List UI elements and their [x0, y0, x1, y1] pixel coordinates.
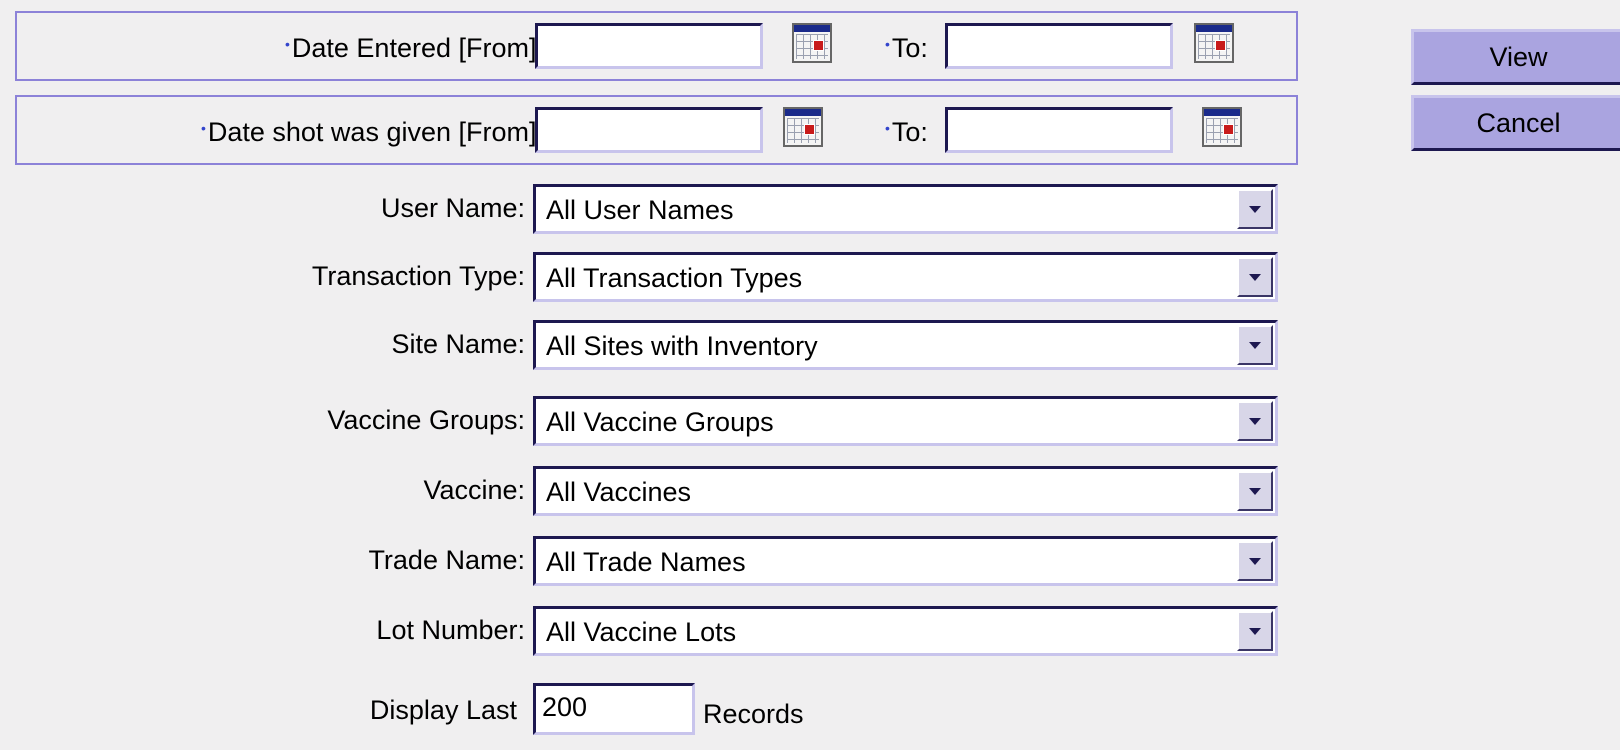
transaction-type-select[interactable]: All Transaction Types	[533, 252, 1278, 302]
vaccine-groups-select[interactable]: All Vaccine Groups	[533, 396, 1278, 446]
display-last-label: Display Last	[369, 695, 517, 725]
user-name-select[interactable]: All User Names	[533, 184, 1278, 234]
date-entered-to-input[interactable]	[945, 23, 1173, 69]
calendar-icon[interactable]	[792, 23, 832, 63]
chevron-down-icon[interactable]	[1237, 471, 1273, 511]
records-label: Records	[703, 699, 804, 729]
chevron-down-icon[interactable]	[1237, 189, 1273, 229]
date-shot-from-input[interactable]	[535, 107, 763, 153]
lot-number-label: Lot Number:	[376, 615, 525, 645]
transaction-type-value: All Transaction Types	[546, 263, 803, 293]
vaccine-groups-value: All Vaccine Groups	[546, 407, 774, 437]
date-shot-row: •Date shot was given [From]: •To:	[15, 95, 1298, 165]
user-name-value: All User Names	[546, 195, 734, 225]
required-dot-icon: •	[885, 36, 890, 52]
chevron-down-icon[interactable]	[1237, 611, 1273, 651]
site-name-select[interactable]: All Sites with Inventory	[533, 320, 1278, 370]
date-shot-to-input[interactable]	[945, 107, 1173, 153]
trade-name-select[interactable]: All Trade Names	[533, 536, 1278, 586]
vaccine-select[interactable]: All Vaccines	[533, 466, 1278, 516]
user-name-label: User Name:	[380, 193, 525, 223]
date-shot-from-label: •Date shot was given [From]:	[200, 117, 544, 147]
chevron-down-icon[interactable]	[1237, 541, 1273, 581]
calendar-icon[interactable]	[1194, 23, 1234, 63]
date-entered-to-label: •To:	[885, 33, 928, 63]
vaccine-groups-label: Vaccine Groups:	[327, 405, 525, 435]
display-last-input[interactable]: 200	[533, 683, 695, 735]
cancel-button[interactable]: Cancel	[1411, 95, 1620, 151]
trade-name-label: Trade Name:	[368, 545, 525, 575]
date-entered-from-label: •Date Entered [From]:	[284, 33, 544, 63]
chevron-down-icon[interactable]	[1237, 325, 1273, 365]
chevron-down-icon[interactable]	[1237, 257, 1273, 297]
trade-name-value: All Trade Names	[546, 547, 746, 577]
chevron-down-icon[interactable]	[1237, 401, 1273, 441]
date-entered-from-input[interactable]	[535, 23, 763, 69]
lot-number-value: All Vaccine Lots	[546, 617, 737, 647]
transaction-type-label: Transaction Type:	[311, 261, 525, 291]
site-name-value: All Sites with Inventory	[546, 331, 818, 361]
required-dot-icon: •	[885, 120, 890, 136]
required-dot-icon: •	[200, 120, 206, 136]
required-dot-icon: •	[284, 36, 290, 52]
calendar-icon[interactable]	[783, 107, 823, 147]
date-shot-to-label: •To:	[885, 117, 928, 147]
report-criteria-form: •Date Entered [From]: •To: •Date shot wa…	[0, 0, 1620, 750]
view-button[interactable]: View	[1411, 29, 1620, 85]
lot-number-select[interactable]: All Vaccine Lots	[533, 606, 1278, 656]
vaccine-label: Vaccine:	[423, 475, 525, 505]
vaccine-value: All Vaccines	[546, 477, 692, 507]
site-name-label: Site Name:	[391, 329, 525, 359]
calendar-icon[interactable]	[1202, 107, 1242, 147]
date-entered-row: •Date Entered [From]: •To:	[15, 11, 1298, 81]
